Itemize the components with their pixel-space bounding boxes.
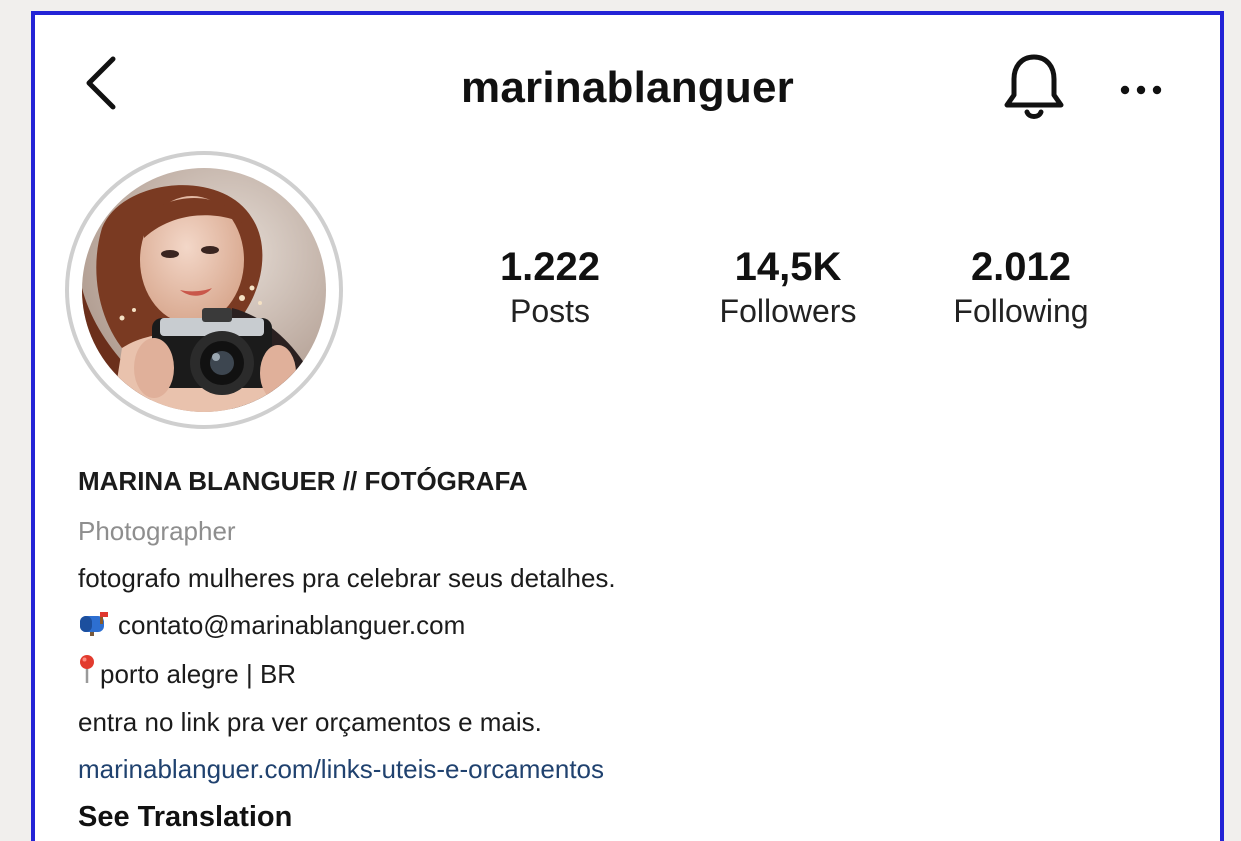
- stat-following[interactable]: 2.012 Following: [936, 243, 1106, 331]
- bell-icon: [1004, 54, 1064, 119]
- bio-location-line: porto alegre | BR: [78, 651, 1198, 700]
- bio-location: porto alegre | BR: [100, 658, 297, 689]
- stat-posts-value: 1.222: [499, 245, 601, 289]
- bio-website-link[interactable]: marinablanguer.com/links-uteis-e-orcamen…: [78, 746, 1198, 793]
- stat-followers-value: 14,5K: [734, 245, 842, 289]
- profile-screen: marinablanguer 1.222 Posts 14,5K Followe…: [31, 11, 1224, 841]
- stat-posts[interactable]: 1.222 Posts: [475, 243, 625, 331]
- bio-cta-line: entra no link pra ver orçamentos e mais.: [78, 707, 542, 738]
- avatar[interactable]: [65, 151, 343, 429]
- stat-following-label: Following: [953, 293, 1089, 329]
- pin-icon: [78, 652, 96, 699]
- avatar-image: [82, 168, 326, 412]
- see-translation-button[interactable]: See Translation: [78, 797, 1198, 837]
- stat-posts-label: Posts: [509, 293, 591, 329]
- more-horizontal-icon: [1120, 85, 1162, 95]
- profile-category: Photographer: [78, 516, 236, 546]
- profile-bio: MARINA BLANGUER // FOTÓGRAFA Photographe…: [78, 464, 1198, 837]
- mailbox-icon: [78, 604, 110, 651]
- profile-display-name: MARINA BLANGUER // FOTÓGRAFA: [78, 466, 528, 496]
- stat-following-value: 2.012: [970, 245, 1072, 289]
- bio-text-line: fotografo mulheres pra celebrar seus det…: [78, 563, 616, 593]
- stat-followers[interactable]: 14,5K Followers: [703, 243, 873, 331]
- profile-header: marinablanguer: [35, 15, 1220, 165]
- more-options-button[interactable]: [1117, 75, 1165, 105]
- bio-email-line: contato@marinablanguer.com: [78, 602, 1198, 651]
- notifications-bell-button[interactable]: [1001, 51, 1067, 123]
- bio-email[interactable]: contato@marinablanguer.com: [118, 610, 465, 640]
- stat-followers-label: Followers: [719, 293, 857, 329]
- profile-stats: 1.222 Posts 14,5K Followers 2.012 Follow…: [475, 243, 1115, 343]
